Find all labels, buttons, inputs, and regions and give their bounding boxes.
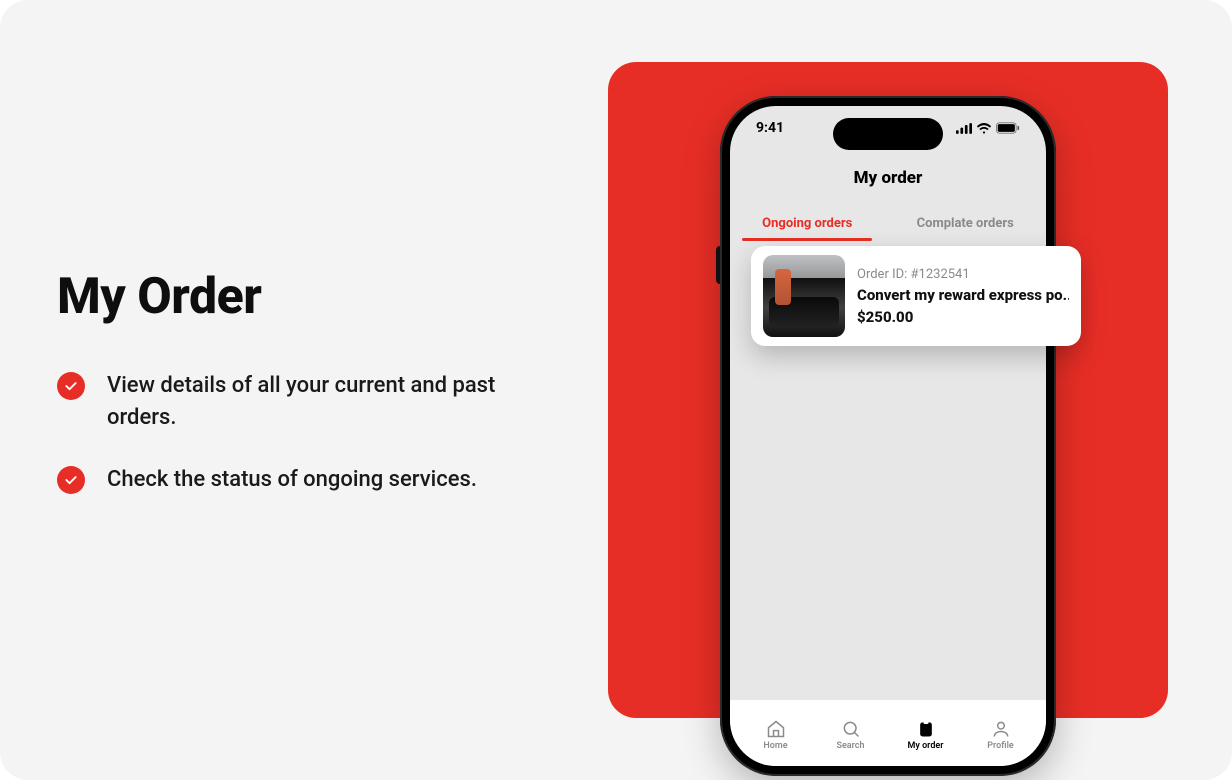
tab-complete-orders[interactable]: Complate orders [903, 206, 1028, 243]
order-info: Order ID: #1232541 Convert my reward exp… [857, 267, 1069, 326]
order-title: Convert my reward express po.. [857, 286, 1069, 304]
order-id: Order ID: #1232541 [857, 267, 1069, 282]
battery-icon [996, 122, 1020, 134]
order-tabs: Ongoing orders Complate orders [730, 206, 1046, 243]
check-icon [57, 372, 85, 400]
bottom-nav: Home Search My order Profile [730, 700, 1046, 766]
status-time: 9:41 [756, 120, 784, 136]
nav-profile[interactable]: Profile [974, 719, 1028, 751]
dynamic-island [833, 118, 943, 150]
feature-text: View details of all your current and pas… [107, 370, 557, 434]
phone-frame: 9:41 My order Ongoing orders Complate or… [720, 96, 1056, 776]
home-icon [766, 719, 786, 739]
nav-label: Search [836, 741, 864, 751]
tab-ongoing-orders[interactable]: Ongoing orders [748, 206, 866, 243]
wifi-icon [976, 122, 992, 134]
device-showcase-panel: 9:41 My order Ongoing orders Complate or… [608, 62, 1168, 718]
order-thumbnail [763, 255, 845, 337]
check-icon [57, 466, 85, 494]
promo-panel: My Order View details of all your curren… [0, 0, 1232, 780]
clipboard-icon [916, 719, 936, 739]
page-title: My Order [57, 268, 557, 326]
nav-label: My order [908, 741, 944, 751]
order-card[interactable]: Order ID: #1232541 Convert my reward exp… [751, 246, 1081, 346]
feature-item: View details of all your current and pas… [57, 370, 557, 434]
feature-item: Check the status of ongoing services. [57, 464, 557, 496]
nav-label: Home [763, 741, 787, 751]
nav-my-order[interactable]: My order [899, 719, 953, 751]
feature-list: View details of all your current and pas… [57, 370, 557, 496]
profile-icon [991, 719, 1011, 739]
nav-label: Profile [987, 741, 1014, 751]
screen-title: My order [730, 168, 1046, 188]
left-column: My Order View details of all your curren… [57, 268, 557, 526]
search-icon [841, 719, 861, 739]
signal-icon [956, 123, 972, 134]
nav-search[interactable]: Search [824, 719, 878, 751]
status-icons [956, 122, 1020, 134]
feature-text: Check the status of ongoing services. [107, 464, 477, 496]
nav-home[interactable]: Home [749, 719, 803, 751]
order-price: $250.00 [857, 308, 1069, 326]
phone-screen: 9:41 My order Ongoing orders Complate or… [730, 106, 1046, 766]
